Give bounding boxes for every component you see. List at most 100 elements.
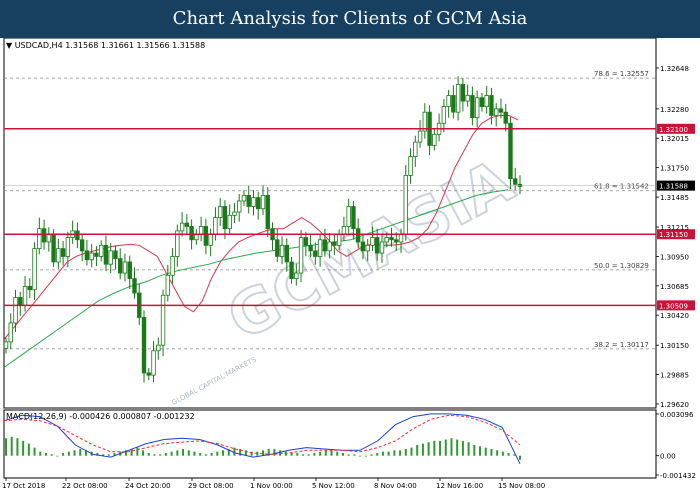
price-tick-label: 1.32648 xyxy=(660,65,689,73)
candle xyxy=(275,239,280,257)
fib-label: 78.6 = 1.32557 xyxy=(594,70,649,78)
candle xyxy=(479,97,485,108)
candle xyxy=(360,241,366,252)
candle xyxy=(170,256,175,276)
price-tick-label: 1.30685 xyxy=(660,283,689,291)
time-tick-label: 15 Nov 08:00 xyxy=(498,482,545,490)
candle xyxy=(346,206,351,227)
macd-histogram-bar xyxy=(27,443,30,456)
candle xyxy=(260,194,266,210)
dropdown-triangle-icon[interactable]: ▼ xyxy=(6,41,15,50)
candle xyxy=(213,217,218,235)
candle xyxy=(508,122,513,180)
level-price-label: 1.31150 xyxy=(659,231,688,239)
macd-histogram-bar xyxy=(222,450,225,456)
macd-label: MACD(12,26,9) -0.000426 0.000807 -0.0012… xyxy=(6,412,195,421)
macd-histogram-bar xyxy=(319,451,322,456)
candle xyxy=(189,226,194,241)
macd-histogram-bar xyxy=(204,454,207,456)
candle xyxy=(118,258,123,274)
candle xyxy=(441,106,447,124)
price-tick-label: 1.30150 xyxy=(660,342,689,350)
candle xyxy=(8,322,13,343)
macd-histogram-bar xyxy=(507,453,510,456)
candle xyxy=(179,222,185,232)
candle xyxy=(160,294,166,346)
candle xyxy=(308,244,313,252)
macd-histogram-bar xyxy=(153,454,156,456)
candle xyxy=(256,197,261,210)
macd-histogram-bar xyxy=(381,451,384,456)
candle xyxy=(494,108,499,116)
macd-histogram-bar xyxy=(410,447,413,456)
candle xyxy=(513,178,518,185)
macd-histogram-bar xyxy=(142,450,145,456)
macd-histogram-bar xyxy=(444,439,447,456)
candle xyxy=(460,84,466,102)
macd-histogram-bar xyxy=(136,447,139,456)
macd-histogram-bar xyxy=(387,451,390,456)
macd-histogram-bar xyxy=(393,450,396,456)
macd-histogram-bar xyxy=(307,454,310,456)
candle xyxy=(165,274,171,296)
macd-histogram-bar xyxy=(341,453,344,456)
candle xyxy=(465,95,470,102)
candle xyxy=(446,95,451,108)
price-panel xyxy=(3,38,657,409)
macd-histogram-bar xyxy=(182,448,185,456)
macd-histogram-bar xyxy=(67,451,70,456)
candle xyxy=(108,250,113,265)
macd-histogram-bar xyxy=(364,455,367,457)
macd-histogram-bar xyxy=(330,450,333,456)
macd-histogram-bar xyxy=(73,450,76,456)
candle xyxy=(355,228,361,243)
candle xyxy=(75,230,80,241)
macd-histogram-bar xyxy=(484,447,487,456)
macd-histogram-bar xyxy=(359,455,362,457)
candle xyxy=(241,194,247,202)
candle xyxy=(327,241,332,252)
candle xyxy=(332,241,337,246)
macd-histogram-bar xyxy=(313,453,316,456)
candle xyxy=(127,261,132,280)
macd-histogram-bar xyxy=(159,454,162,456)
candle xyxy=(203,226,209,246)
macd-histogram-bar xyxy=(421,443,424,456)
candle xyxy=(279,244,285,257)
price-tick-label: 1.31750 xyxy=(660,165,689,173)
macd-tick-label: 0.00 xyxy=(660,453,676,461)
macd-histogram-bar xyxy=(501,451,504,456)
price-tick-label: 1.30950 xyxy=(660,253,689,261)
candle xyxy=(237,200,242,213)
time-tick-label: 8 Nov 04:00 xyxy=(374,482,417,490)
candle xyxy=(408,156,413,176)
macd-histogram-bar xyxy=(336,451,339,456)
macd-histogram-bar xyxy=(290,453,293,456)
candle xyxy=(503,111,508,124)
symbol-quote-text: USDCAD,H4 1.31568 1.31661 1.31566 1.3158… xyxy=(14,41,206,50)
candle xyxy=(184,222,190,227)
symbol-quote-bar: ▼ USDCAD,H4 1.31568 1.31661 1.31566 1.31… xyxy=(6,41,205,50)
fib-label: 61.8 = 1.31542 xyxy=(594,183,649,191)
macd-histogram-bar xyxy=(216,451,219,456)
macd-histogram-bar xyxy=(450,438,453,456)
macd-histogram-bar xyxy=(233,447,236,456)
macd-histogram-bar xyxy=(324,450,327,456)
candle xyxy=(489,95,494,116)
candle xyxy=(365,244,370,252)
candle xyxy=(46,233,52,243)
macd-histogram-bar xyxy=(39,451,42,456)
candle xyxy=(89,252,94,261)
chart-header: Chart Analysis for Clients of GCM Asia xyxy=(0,0,700,38)
candle xyxy=(451,95,456,113)
candle xyxy=(370,237,375,246)
macd-histogram-bar xyxy=(376,453,379,456)
candle xyxy=(151,350,156,376)
macd-histogram-bar xyxy=(50,454,53,456)
candle xyxy=(94,252,99,257)
macd-histogram-bar xyxy=(456,439,459,456)
level-price-label: 1.32100 xyxy=(659,126,688,134)
price-chart[interactable]: GCMASIAGLOBAL CAPITAL MARKETS 78.6 = 1.3… xyxy=(0,38,700,500)
macd-histogram-bar xyxy=(62,453,65,456)
macd-histogram-bar xyxy=(44,453,47,456)
